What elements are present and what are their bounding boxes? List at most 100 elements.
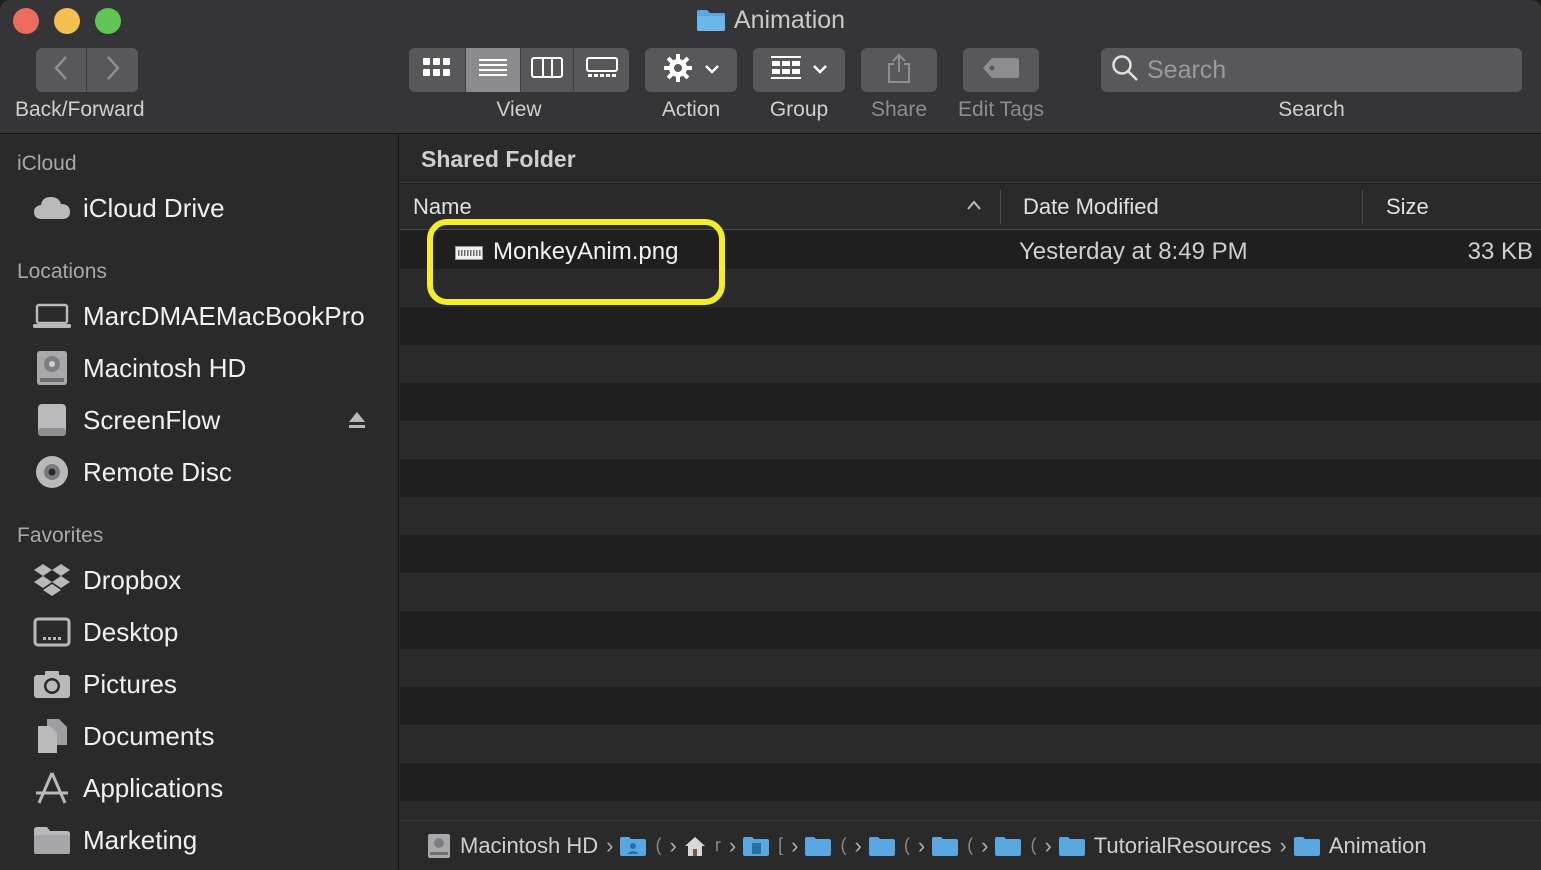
sidebar-item-screenflow[interactable]: ScreenFlow xyxy=(33,400,383,440)
path-crumb-home[interactable]: r › xyxy=(683,833,736,859)
back-button[interactable] xyxy=(36,48,87,92)
list-row-background xyxy=(400,573,1541,611)
search-icon xyxy=(1111,54,1139,87)
group-header: Shared Folder xyxy=(400,135,1541,183)
back-forward-control xyxy=(36,48,138,92)
group-label: Group xyxy=(769,98,829,121)
sidebar-item-marketing[interactable]: Marketing xyxy=(33,820,383,860)
documents-icon xyxy=(33,719,71,753)
path-crumb-animation[interactable]: Animation xyxy=(1293,833,1427,859)
sidebar-heading-icloud: iCloud xyxy=(17,152,77,175)
list-icon xyxy=(478,57,508,84)
file-date-modified: Yesterday at 8:49 PM xyxy=(1019,238,1248,265)
applications-icon xyxy=(33,771,71,805)
list-row-background xyxy=(400,687,1541,725)
list-row-background xyxy=(400,649,1541,687)
list-view-button[interactable] xyxy=(466,48,521,92)
list-rows xyxy=(400,231,1541,839)
folder-icon xyxy=(931,835,959,857)
sidebar-item-macbookpro[interactable]: MarcDMAEMacBookPro xyxy=(33,296,383,336)
cloud-icon xyxy=(33,191,71,225)
list-row-background xyxy=(400,345,1541,383)
sidebar-item-macintosh-hd[interactable]: Macintosh HD xyxy=(33,348,383,388)
path-crumb-folder[interactable]: (› xyxy=(868,833,925,859)
home-icon xyxy=(683,835,707,857)
path-crumb-folder[interactable]: (› xyxy=(931,833,988,859)
path-crumb-macintosh-hd[interactable]: Macintosh HD › xyxy=(426,833,613,859)
sidebar-item-dropbox[interactable]: Dropbox xyxy=(33,560,383,600)
sidebar-item-remote-disc[interactable]: Remote Disc xyxy=(33,452,383,492)
column-divider[interactable] xyxy=(1000,190,1001,224)
search-input[interactable] xyxy=(1147,55,1507,85)
hard-drive-icon xyxy=(33,351,71,385)
sidebar-item-desktop[interactable]: Desktop xyxy=(33,612,383,652)
sidebar-item-label: Dropbox xyxy=(83,564,182,595)
column-divider[interactable] xyxy=(1362,190,1363,224)
path-crumb-folder[interactable]: (› xyxy=(994,833,1052,859)
path-crumb-tutorialresources[interactable]: TutorialResources › xyxy=(1058,833,1287,859)
sidebar-item-icloud-drive[interactable]: iCloud Drive xyxy=(33,188,383,228)
chevron-left-icon xyxy=(53,55,69,86)
chevron-down-icon xyxy=(812,61,828,79)
icon-view-button[interactable] xyxy=(409,48,466,92)
gallery-view-button[interactable] xyxy=(574,48,629,92)
action-menu-button[interactable] xyxy=(645,48,737,92)
gallery-icon xyxy=(585,56,618,84)
list-row-background xyxy=(400,421,1541,459)
group-grid-icon xyxy=(770,55,802,86)
column-header-size[interactable]: Size xyxy=(1386,194,1429,220)
list-row-background xyxy=(400,611,1541,649)
documents-folder-icon xyxy=(742,835,770,857)
list-row-background xyxy=(400,269,1541,307)
external-drive-icon xyxy=(33,403,71,437)
path-bar: Macintosh HD › (› r › [› (› (› (› (› Tut… xyxy=(400,820,1541,870)
grid-icon xyxy=(422,57,452,84)
sidebar-item-documents[interactable]: Documents xyxy=(33,716,383,756)
sidebar-item-label: Marketing xyxy=(83,824,198,855)
laptop-icon xyxy=(33,299,71,333)
dropbox-icon xyxy=(33,563,71,597)
path-crumb-documents[interactable]: [› xyxy=(742,833,798,859)
group-menu-button[interactable] xyxy=(753,48,845,92)
camera-icon xyxy=(33,667,71,701)
sidebar-heading-favorites: Favorites xyxy=(17,524,104,547)
desktop-icon xyxy=(33,615,71,649)
path-crumb-folder[interactable]: (› xyxy=(804,833,862,859)
forward-button[interactable] xyxy=(87,48,138,92)
share-label: Share xyxy=(870,98,928,121)
list-row-background xyxy=(400,725,1541,763)
column-view-button[interactable] xyxy=(521,48,574,92)
action-label: Action xyxy=(661,98,721,121)
column-header-date-modified[interactable]: Date Modified xyxy=(1023,194,1159,220)
chevron-right-icon xyxy=(105,55,121,86)
disc-icon xyxy=(33,455,71,489)
edit-tags-button[interactable] xyxy=(963,48,1039,92)
sidebar-item-label: ScreenFlow xyxy=(83,404,221,435)
folder-icon xyxy=(994,835,1022,857)
sidebar-item-applications[interactable]: Applications xyxy=(33,768,383,808)
sort-ascending-icon xyxy=(966,198,982,216)
edit-tags-label: Edit Tags xyxy=(958,98,1044,121)
folder-icon xyxy=(868,835,896,857)
back-forward-label: Back/Forward xyxy=(15,98,145,121)
folder-icon xyxy=(804,835,832,857)
path-crumb-users[interactable]: (› xyxy=(619,833,677,859)
sidebar-item-pictures[interactable]: Pictures xyxy=(33,664,383,704)
gear-icon xyxy=(662,52,694,89)
list-row-background xyxy=(400,535,1541,573)
list-row-background xyxy=(400,763,1541,801)
toolbar: Animation Back/Forward View Action Group… xyxy=(0,0,1541,134)
sidebar-item-label: iCloud Drive xyxy=(83,192,225,223)
share-button[interactable] xyxy=(861,48,937,92)
eject-icon[interactable] xyxy=(347,410,367,435)
file-name: MonkeyAnim.png xyxy=(493,238,679,265)
sidebar-item-label: MarcDMAEMacBookPro xyxy=(83,300,365,331)
column-header-name[interactable]: Name xyxy=(413,194,472,220)
list-row-background xyxy=(400,459,1541,497)
table-row[interactable]: MonkeyAnim.png Yesterday at 8:49 PM 33 K… xyxy=(400,231,1541,271)
share-icon xyxy=(886,52,912,89)
search-field xyxy=(1101,48,1522,92)
window-title: Animation xyxy=(0,6,1541,39)
sidebar: iCloud iCloud Drive Locations MarcDMAEMa… xyxy=(0,135,399,870)
list-row-background xyxy=(400,383,1541,421)
